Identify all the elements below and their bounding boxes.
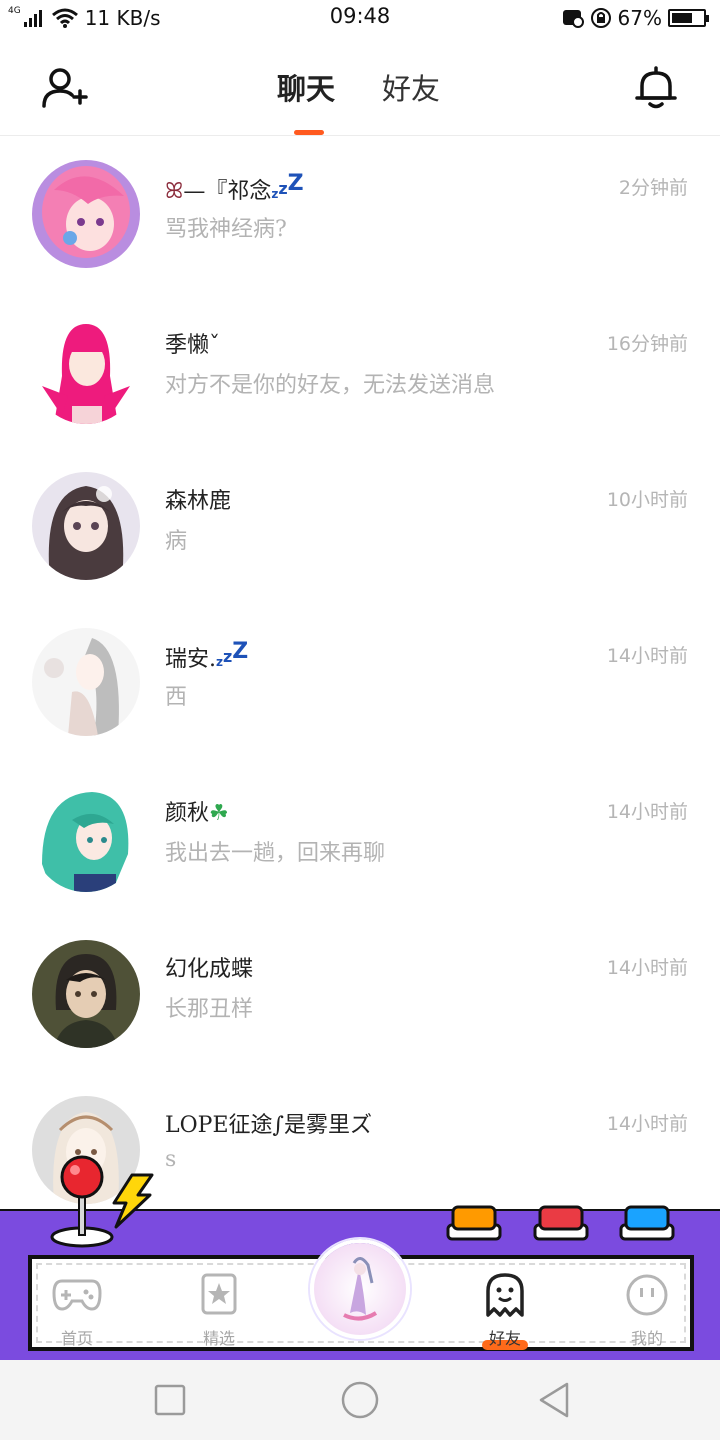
clover-icon: ☘	[209, 801, 229, 826]
avatar[interactable]	[32, 940, 140, 1048]
notification-icon	[562, 10, 584, 28]
chat-name: 瑞安.zzZ	[165, 639, 249, 672]
chat-time: 14小时前	[606, 957, 688, 979]
chat-last-message: 对方不是你的好友，无法发送消息	[165, 373, 496, 398]
ghost-icon	[486, 1273, 524, 1317]
chat-time: 16分钟前	[606, 333, 688, 355]
chat-time: 14小时前	[606, 801, 688, 823]
avatar[interactable]	[32, 784, 140, 892]
chat-name: 森林鹿	[165, 489, 232, 514]
status-bar: 4G 11 KB/s 09:48 67%	[0, 0, 720, 36]
star-badge-icon	[201, 1273, 237, 1315]
tab-friends[interactable]: 好友	[382, 66, 440, 108]
home-icon[interactable]	[340, 1380, 380, 1420]
sleep-suffix: zzZ	[271, 171, 304, 201]
chat-last-message: 长那丑样	[165, 997, 254, 1022]
chat-last-message: 骂我神经病?	[165, 217, 287, 242]
battery-icon	[668, 9, 709, 27]
active-tab-indicator	[294, 130, 324, 135]
battery-fill	[672, 13, 692, 23]
chat-name: ꕤ—『祁念zzZ	[165, 171, 304, 204]
chat-last-message: 我出去一趟，回来再聊	[165, 841, 386, 866]
avatar[interactable]	[32, 628, 140, 736]
nav-label: 首页	[60, 1329, 93, 1348]
lightning-icon	[112, 1173, 154, 1229]
bell-icon[interactable]	[632, 64, 680, 112]
chat-time: 10小时前	[606, 489, 688, 511]
avatar[interactable]	[32, 160, 140, 268]
arcade-button-red	[533, 1205, 589, 1241]
top-header: 聊天 好友	[0, 36, 720, 136]
chat-time: 14小时前	[606, 1113, 688, 1135]
rose-icon: ꕤ	[165, 179, 184, 204]
add-user-icon[interactable]	[40, 66, 88, 110]
chat-item[interactable]: 颜秋☘ 我出去一趟，回来再聊 14小时前	[0, 761, 720, 917]
avatar[interactable]	[32, 316, 140, 424]
nav-me[interactable]: 我的	[602, 1269, 692, 1351]
chat-name: 颜秋☘	[165, 801, 229, 826]
status-right: 67%	[562, 4, 709, 32]
chat-item[interactable]: ꕤ—『祁念zzZ 骂我神经病? 2分钟前	[0, 137, 720, 293]
battery-percent: 67%	[617, 6, 662, 30]
chat-item[interactable]: 森林鹿 病 10小时前	[0, 449, 720, 605]
system-nav-bar	[0, 1360, 720, 1440]
nav-friends[interactable]: 好友	[460, 1269, 550, 1351]
back-icon[interactable]	[534, 1380, 574, 1420]
chat-name: 季懒ˇ	[165, 333, 221, 358]
chat-last-message: s	[165, 1147, 177, 1172]
chat-last-message: 病	[165, 529, 188, 554]
chat-list: ꕤ—『祁念zzZ 骂我神经病? 2分钟前 季懒ˇ 对方不是你的好友，无法发送消息…	[0, 137, 720, 1212]
avatar[interactable]	[32, 472, 140, 580]
nav-label: 我的	[630, 1329, 663, 1348]
smiley-icon	[626, 1274, 668, 1316]
chat-name: 幻化成蝶	[165, 957, 254, 982]
chat-item[interactable]: 季懒ˇ 对方不是你的好友，无法发送消息 16分钟前	[0, 293, 720, 449]
bottom-nav: 首页 精选 好友 我的	[0, 1155, 720, 1360]
nav-home[interactable]: 首页	[32, 1269, 122, 1351]
arcade-button-orange	[446, 1205, 502, 1241]
sleep-suffix: zzZ	[216, 639, 249, 669]
chat-name: LOPE征途∫是雾里ズ	[165, 1113, 372, 1138]
rotation-lock-icon	[590, 8, 611, 28]
nav-label: 好友	[488, 1329, 521, 1348]
chat-time: 14小时前	[606, 645, 688, 667]
arcade-button-blue	[619, 1205, 675, 1241]
center-avatar-button[interactable]	[310, 1239, 410, 1339]
chat-last-message: 西	[165, 685, 188, 710]
nav-featured[interactable]: 精选	[174, 1269, 264, 1351]
nav-label: 精选	[202, 1329, 235, 1348]
tab-chat[interactable]: 聊天	[277, 66, 335, 108]
chat-time: 2分钟前	[618, 177, 688, 199]
chat-item[interactable]: 瑞安.zzZ 西 14小时前	[0, 605, 720, 761]
gamepad-icon	[52, 1279, 102, 1311]
chat-item[interactable]: 幻化成蝶 长那丑样 14小时前	[0, 917, 720, 1073]
recents-icon[interactable]	[150, 1380, 190, 1420]
